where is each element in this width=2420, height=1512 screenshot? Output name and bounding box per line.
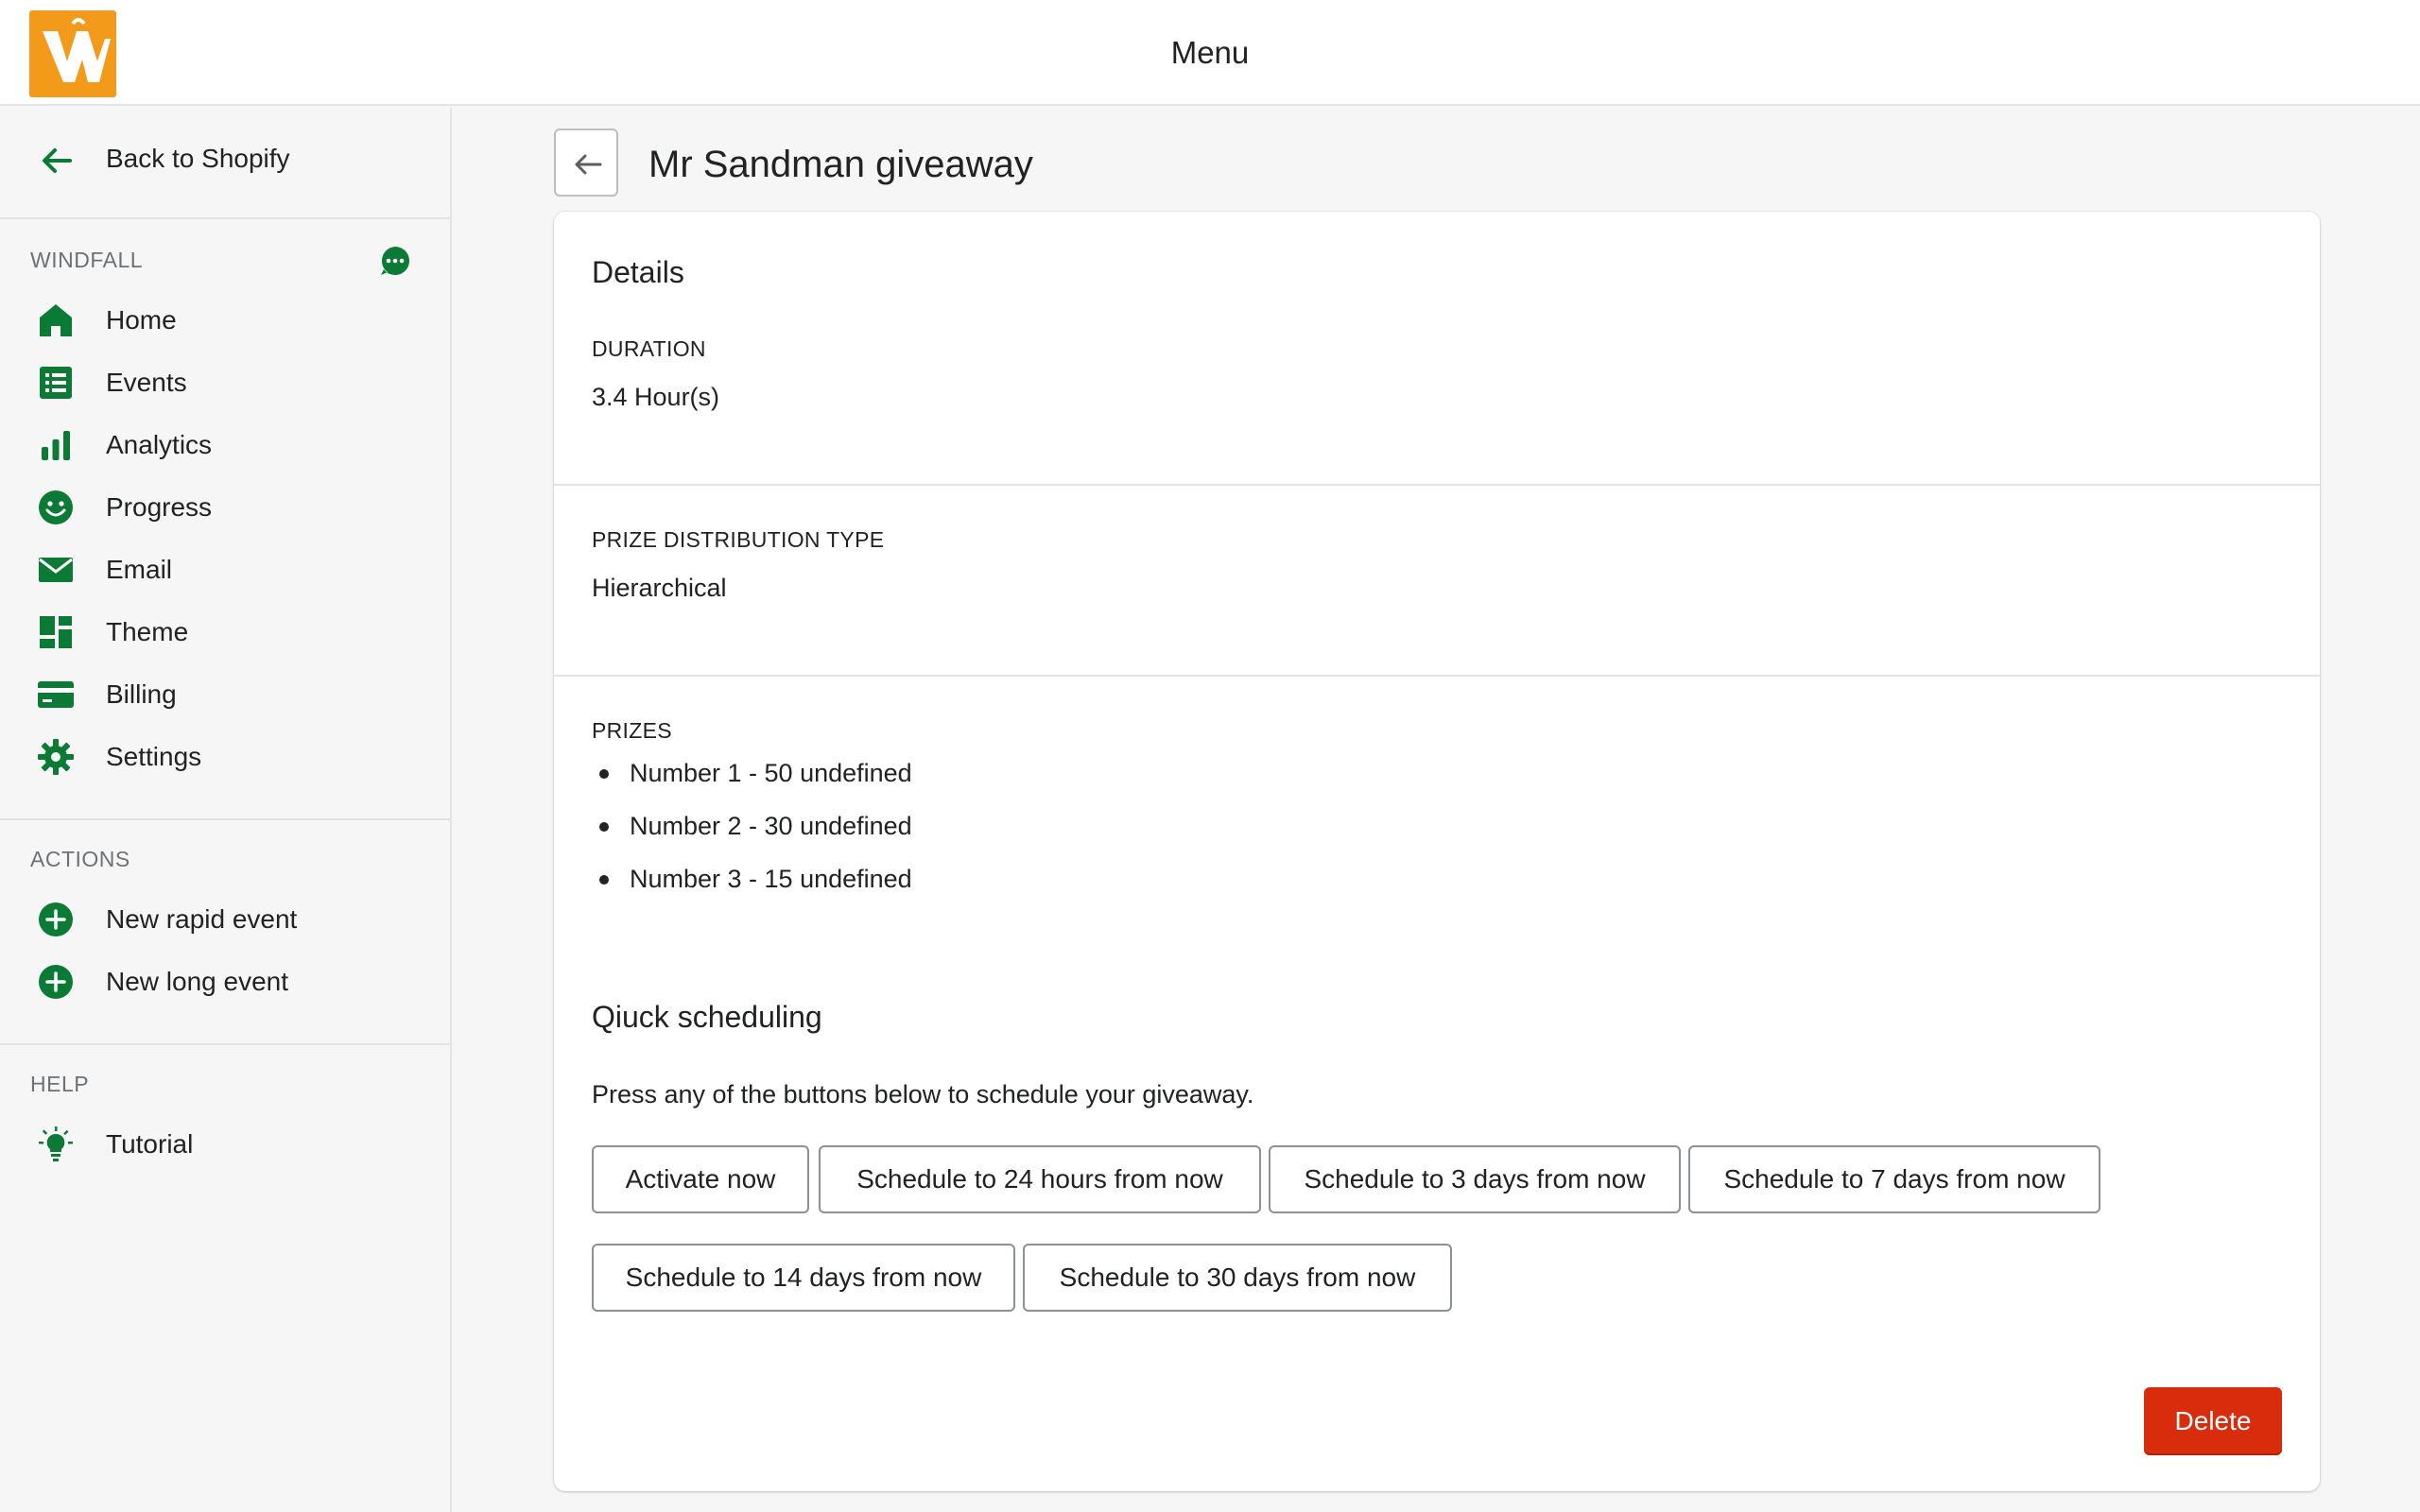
section-divider	[554, 675, 2320, 677]
sidebar-item-events[interactable]: Events	[0, 353, 450, 412]
sidebar-item-theme[interactable]: Theme	[0, 603, 450, 662]
scheduling-description: Press any of the buttons below to schedu…	[592, 1080, 1254, 1108]
lightbulb-icon	[37, 1125, 75, 1163]
arrow-left-icon	[575, 154, 602, 175]
sidebar-item-label: Events	[106, 368, 187, 397]
credit-card-icon	[37, 676, 75, 713]
top-bar: Menu	[0, 0, 2420, 106]
section-heading-windfall: WINDFALL	[30, 248, 144, 272]
sidebar-item-label: Tutorial	[106, 1129, 194, 1159]
sidebar-item-label: Progress	[106, 492, 213, 522]
delete-button[interactable]: Delete	[2144, 1387, 2282, 1455]
back-to-shopify-label: Back to Shopify	[106, 144, 290, 173]
prize-distribution-type-value: Hierarchical	[592, 574, 727, 602]
sidebar-item-label: Analytics	[106, 430, 213, 459]
divider	[0, 217, 450, 219]
prizes-list: Number 1 - 50 undefined Number 2 - 30 un…	[592, 756, 912, 915]
prizes-label: PRIZES	[592, 718, 672, 743]
new-rapid-event-button[interactable]: New rapid event	[0, 890, 450, 949]
section-heading-help: HELP	[30, 1072, 90, 1096]
duration-value: 3.4 Hour(s)	[592, 383, 720, 411]
divider	[0, 818, 450, 820]
sidebar-item-label: Email	[106, 555, 173, 584]
layout-icon	[37, 613, 75, 651]
action-label: New long event	[106, 967, 289, 996]
duration-label: DURATION	[592, 336, 706, 361]
sidebar-item-label: Settings	[106, 742, 202, 771]
windfall-logo[interactable]	[29, 10, 116, 97]
sidebar-item-progress[interactable]: Progress	[0, 478, 450, 537]
action-label: New rapid event	[106, 904, 298, 934]
section-divider	[554, 484, 2320, 486]
new-long-event-button[interactable]: New long event	[0, 953, 450, 1011]
plus-circle-icon	[37, 963, 75, 1001]
quick-scheduling-heading: Qiuck scheduling	[592, 1000, 822, 1034]
home-icon	[37, 301, 75, 339]
list-item: Number 2 - 30 undefined	[592, 809, 912, 862]
smiley-icon	[37, 489, 75, 526]
envelope-icon	[37, 551, 75, 589]
sidebar-item-home[interactable]: Home	[0, 291, 450, 350]
bar-chart-icon	[37, 426, 75, 464]
activate-now-button[interactable]: Activate now	[592, 1145, 809, 1213]
sidebar-item-billing[interactable]: Billing	[0, 665, 450, 724]
list-item: Number 1 - 50 undefined	[592, 756, 912, 809]
section-heading-actions: ACTIONS	[30, 847, 130, 871]
menu-title: Menu	[1170, 35, 1250, 70]
sidebar-item-tutorial[interactable]: Tutorial	[0, 1115, 450, 1174]
back-button[interactable]	[554, 129, 618, 197]
schedule-7-days-button[interactable]: Schedule to 7 days from now	[1688, 1145, 2100, 1213]
list-item: Number 3 - 15 undefined	[592, 862, 912, 915]
prize-distribution-type-label: PRIZE DISTRIBUTION TYPE	[592, 527, 885, 552]
sidebar: Back to Shopify WINDFALL Home Events Ana…	[0, 108, 452, 1512]
page-title: Mr Sandman giveaway	[648, 144, 1033, 185]
list-icon	[37, 364, 75, 402]
schedule-30-days-button[interactable]: Schedule to 30 days from now	[1023, 1244, 1452, 1312]
giveaway-details-card: Details DURATION 3.4 Hour(s) PRIZE DISTR…	[554, 212, 2320, 1491]
divider	[0, 1043, 450, 1045]
back-to-shopify-link[interactable]: Back to Shopify	[0, 129, 450, 191]
gear-icon	[37, 738, 75, 776]
schedule-14-days-button[interactable]: Schedule to 14 days from now	[592, 1244, 1015, 1312]
details-heading: Details	[592, 255, 684, 289]
sidebar-item-label: Billing	[106, 679, 177, 709]
sidebar-item-label: Home	[106, 305, 177, 335]
chat-bubble-icon[interactable]	[378, 244, 412, 278]
plus-circle-icon	[37, 901, 75, 938]
sidebar-item-label: Theme	[106, 617, 189, 646]
arrow-left-icon	[38, 142, 76, 180]
schedule-24-hours-button[interactable]: Schedule to 24 hours from now	[819, 1145, 1261, 1213]
sidebar-item-settings[interactable]: Settings	[0, 728, 450, 786]
sidebar-item-analytics[interactable]: Analytics	[0, 416, 450, 474]
sidebar-item-email[interactable]: Email	[0, 541, 450, 599]
schedule-3-days-button[interactable]: Schedule to 3 days from now	[1269, 1145, 1681, 1213]
